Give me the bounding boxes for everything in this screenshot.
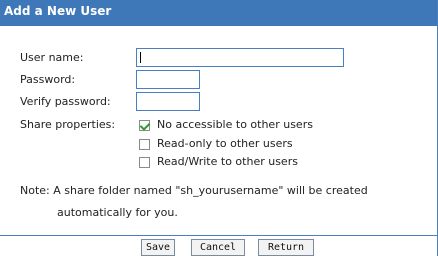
save-button[interactable]: Save: [141, 239, 175, 256]
password-label: Password:: [20, 73, 76, 86]
footer-divider: [0, 235, 437, 236]
verify-password-input[interactable]: [136, 92, 200, 111]
checkbox-read-only[interactable]: [139, 139, 150, 150]
username-label: User name:: [20, 51, 84, 64]
return-button[interactable]: Return: [258, 239, 314, 256]
option-read-only-label: Read-only to other users: [157, 137, 293, 150]
option-no-access-label: No accessible to other users: [157, 118, 313, 131]
add-user-panel: Add a New User User name: Password: Veri…: [0, 0, 438, 256]
password-input[interactable]: [136, 70, 200, 89]
verify-password-label: Verify password:: [20, 95, 111, 108]
option-read-write-label: Read/Write to other users: [157, 155, 298, 168]
note-text: Note: A share folder named "sh_yourusern…: [20, 184, 368, 197]
text-caret: [140, 52, 141, 63]
checkbox-no-access[interactable]: [139, 120, 150, 131]
share-properties-label: Share properties:: [20, 118, 116, 131]
username-input[interactable]: [136, 48, 344, 67]
note-text-continued: automatically for you.: [57, 206, 178, 219]
checkbox-read-write[interactable]: [139, 157, 150, 168]
panel-title: Add a New User: [0, 0, 437, 26]
cancel-button[interactable]: Cancel: [191, 239, 245, 256]
